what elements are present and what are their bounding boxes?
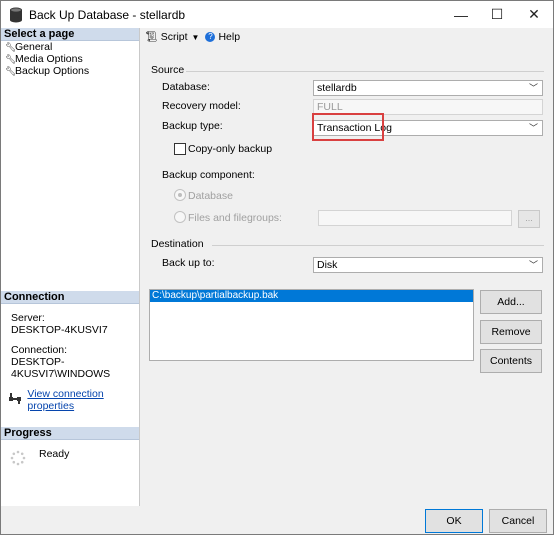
backup-type-label: Backup type: [162,120,223,132]
script-label: Script [160,31,188,43]
back-up-to-dropdown[interactable]: Disk ﹀ [313,257,543,273]
chevron-down-icon: ▼ [191,32,200,42]
database-value: stellardb [317,82,357,94]
sidebar-item-media-options[interactable]: 🔧︎ Media Options [1,53,139,65]
copy-only-checkbox[interactable] [174,143,186,155]
progress-section: Progress Ready [1,427,139,470]
help-icon: ? [205,32,216,42]
select-page-header: Select a page [1,28,139,41]
main-panel: 📜︎ Script ▼ ? Help Source Database: stel… [141,28,553,506]
radio-files-label: Files and filegroups: [188,212,282,224]
radio-database[interactable] [174,189,186,201]
cancel-button[interactable]: Cancel [489,509,547,533]
chevron-down-icon: ﹀ [528,123,538,133]
destination-file-list[interactable]: C:\backup\partialbackup.bak [149,289,474,361]
minimize-icon: — [454,6,468,23]
wrench-icon: 🔧︎ [5,66,17,76]
sidebar-item-label: Media Options [15,53,83,65]
wrench-icon: 🔧︎ [5,42,17,52]
progress-spinner-icon [10,450,26,466]
radio-files-filegroups[interactable] [174,211,186,223]
destination-group-label: Destination [151,238,204,250]
backup-database-dialog: Back Up Database - stellardb — ☐ ✕ Selec… [0,0,554,535]
sidebar: Select a page 🔧︎ General 🔧︎ Media Option… [1,28,140,506]
server-value: DESKTOP-4KUSVI7 [11,324,108,336]
contents-button[interactable]: Contents [480,349,542,373]
script-button[interactable]: 📜︎ Script ▼ [145,31,199,43]
sidebar-item-backup-options[interactable]: 🔧︎ Backup Options [1,65,139,77]
sidebar-item-label: General [15,41,53,53]
back-up-to-label: Back up to: [162,257,215,269]
connection-header: Connection [1,291,139,304]
copy-only-label: Copy-only backup [188,143,273,155]
connection-properties-icon [9,393,21,407]
backup-component-label: Backup component: [162,169,255,181]
browse-filegroups-button[interactable]: ... [518,210,540,228]
database-dropdown[interactable]: stellardb ﹀ [313,80,543,96]
destination-divider [212,245,544,246]
dialog-footer: OK Cancel [1,506,553,534]
source-group-label: Source [151,64,185,76]
chevron-down-icon: ﹀ [528,83,538,93]
progress-status: Ready [39,448,70,460]
window-title: Back Up Database - stellardb [29,7,186,22]
server-label: Server: [11,312,45,324]
recovery-model-label: Recovery model: [162,100,241,112]
back-up-to-value: Disk [317,259,338,271]
filegroups-field[interactable] [318,210,512,226]
progress-header: Progress [1,427,139,440]
database-label: Database: [162,81,210,93]
wrench-icon: 🔧︎ [5,54,17,64]
source-divider [186,71,544,72]
close-icon: ✕ [528,6,540,22]
connection-section: Connection Server: DESKTOP-4KUSVI7 Conne… [1,291,139,412]
close-button[interactable]: ✕ [511,1,554,28]
list-item[interactable]: C:\backup\partialbackup.bak [150,290,473,302]
recovery-model-value: FULL [317,101,343,113]
maximize-icon: ☐ [490,6,504,22]
toolbar: 📜︎ Script ▼ ? Help [141,28,553,46]
view-connection-properties-link[interactable]: View connection properties [27,388,139,412]
remove-button[interactable]: Remove [480,320,542,344]
help-button[interactable]: ? Help [205,31,240,43]
ok-button[interactable]: OK [425,509,483,533]
script-icon: 📜︎ [145,31,158,43]
connection-value: DESKTOP-4KUSVI7\WINDOWS [11,356,111,380]
radio-database-label: Database [188,190,233,202]
connection-label: Connection: [11,344,68,356]
highlight-annotation [312,113,384,141]
title-bar: Back Up Database - stellardb — ☐ ✕ [1,1,553,28]
general-page: Source Database: stellardb ﹀ Recovery mo… [142,50,552,506]
view-connection-row: View connection properties [1,388,139,412]
help-label: Help [218,31,241,43]
sidebar-item-label: Backup Options [15,65,90,77]
database-icon [9,7,23,23]
chevron-down-icon: ﹀ [528,260,538,270]
add-button[interactable]: Add... [480,290,542,314]
sidebar-item-general[interactable]: 🔧︎ General [1,41,139,53]
